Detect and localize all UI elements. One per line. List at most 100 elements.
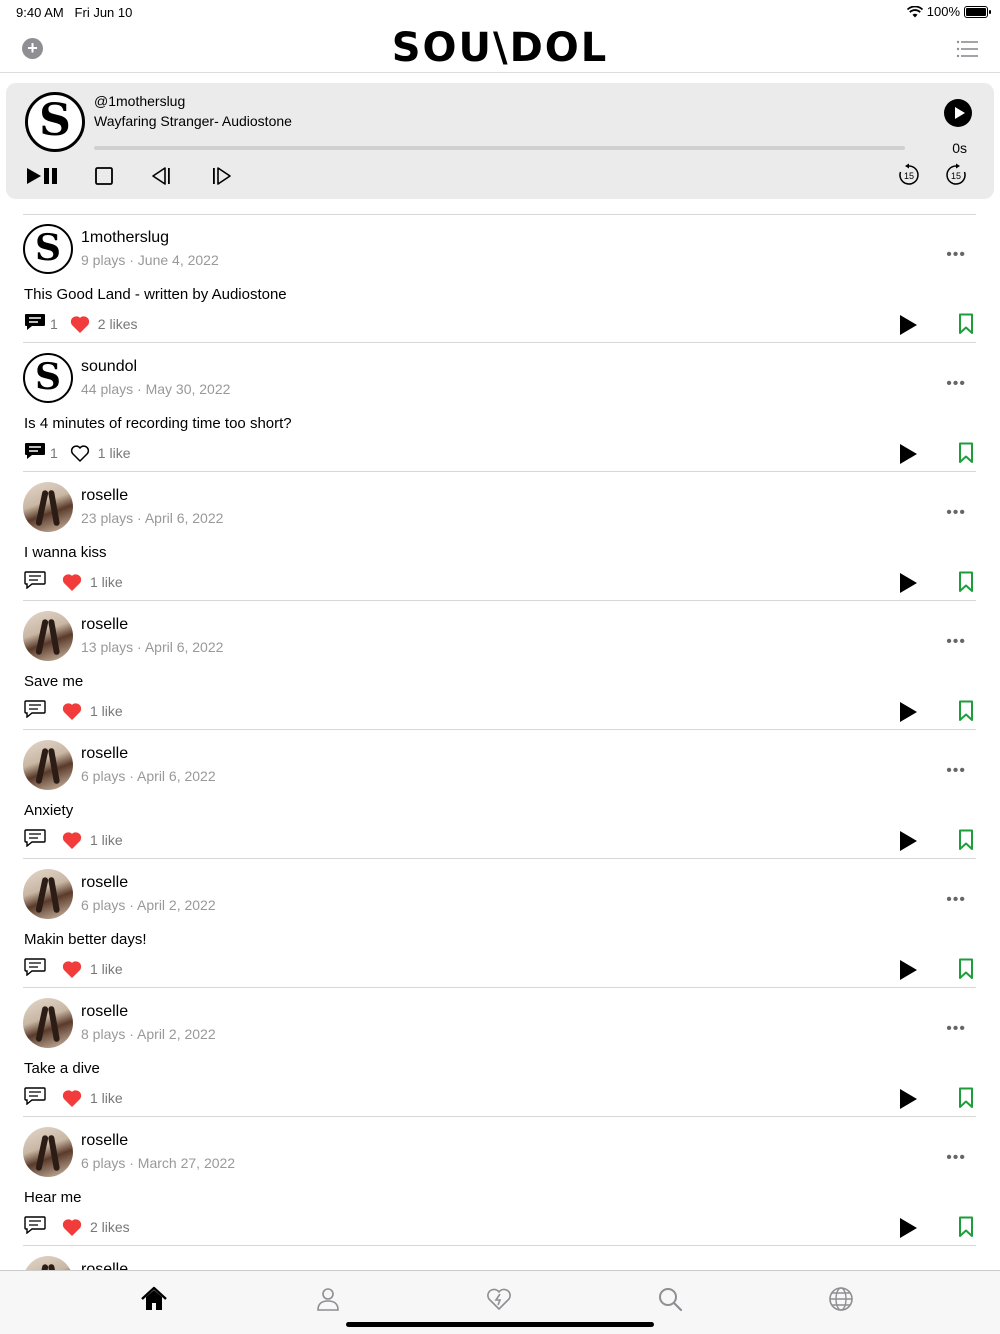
- post-username[interactable]: roselle: [81, 874, 128, 892]
- avatar[interactable]: S: [23, 353, 73, 403]
- more-options-icon[interactable]: •••: [946, 762, 966, 780]
- list-menu-icon[interactable]: [956, 40, 978, 58]
- like-count: 1 like: [90, 1090, 123, 1106]
- comment-icon[interactable]: [24, 957, 46, 981]
- post-meta: 13 plays · April 6, 2022: [81, 639, 224, 655]
- player-play-button[interactable]: [944, 99, 972, 127]
- post-caption: Hear me: [24, 1189, 82, 1206]
- skip-back-15-icon[interactable]: 15: [897, 163, 921, 187]
- comment-icon[interactable]: [24, 442, 46, 465]
- like-heart-icon[interactable]: [62, 1218, 82, 1237]
- post-username[interactable]: roselle: [81, 1132, 128, 1150]
- like-heart-icon[interactable]: [70, 315, 90, 334]
- bookmark-icon[interactable]: [958, 313, 974, 335]
- previous-track-icon[interactable]: [150, 166, 172, 186]
- feed-item[interactable]: roselle 13 plays · April 6, 2022 ••• Save m…: [0, 601, 1000, 730]
- more-options-icon[interactable]: •••: [946, 1149, 966, 1167]
- play-icon[interactable]: [900, 831, 917, 851]
- post-caption: This Good Land - written by Audiostone: [24, 286, 287, 303]
- post-username[interactable]: roselle: [81, 1261, 128, 1270]
- next-track-icon[interactable]: [211, 166, 233, 186]
- like-heart-icon[interactable]: [62, 573, 82, 592]
- bookmark-icon[interactable]: [958, 1216, 974, 1238]
- avatar[interactable]: [23, 611, 73, 661]
- like-heart-icon[interactable]: [62, 960, 82, 979]
- player-avatar: S: [25, 92, 85, 152]
- post-meta: 8 plays · April 2, 2022: [81, 1026, 216, 1042]
- avatar[interactable]: [23, 869, 73, 919]
- post-username[interactable]: roselle: [81, 745, 128, 763]
- more-options-icon[interactable]: •••: [946, 246, 966, 264]
- feed-item[interactable]: roselle•••: [0, 1246, 1000, 1270]
- post-meta: 44 plays · May 30, 2022: [81, 381, 231, 397]
- feed-item[interactable]: Ssoundol 44 plays · May 30, 2022 ••• Is 4 m…: [0, 343, 1000, 472]
- bookmark-icon[interactable]: [958, 829, 974, 851]
- post-username[interactable]: roselle: [81, 487, 128, 505]
- play-icon[interactable]: [900, 573, 917, 593]
- skip-back-label: 15: [904, 171, 914, 181]
- like-heart-icon[interactable]: [70, 444, 90, 463]
- like-heart-icon[interactable]: [62, 1089, 82, 1108]
- comment-icon[interactable]: [24, 570, 46, 594]
- feed-item[interactable]: roselle 23 plays · April 6, 2022 ••• I wann…: [0, 472, 1000, 601]
- post-username[interactable]: roselle: [81, 1003, 128, 1021]
- home-icon[interactable]: [140, 1285, 168, 1313]
- play-icon[interactable]: [900, 315, 917, 335]
- progress-bar[interactable]: [94, 146, 905, 150]
- more-options-icon[interactable]: •••: [946, 504, 966, 522]
- feed-item[interactable]: roselle 6 plays · April 6, 2022 ••• Anxiety…: [0, 730, 1000, 859]
- post-username[interactable]: 1motherslug: [81, 229, 169, 247]
- bookmark-icon[interactable]: [958, 571, 974, 593]
- post-username[interactable]: soundol: [81, 358, 137, 376]
- play-icon[interactable]: [900, 960, 917, 980]
- like-heart-icon[interactable]: [62, 702, 82, 721]
- comment-icon[interactable]: [24, 1086, 46, 1110]
- globe-icon[interactable]: [827, 1285, 855, 1313]
- comment-icon[interactable]: [24, 1215, 46, 1239]
- avatar[interactable]: [23, 482, 73, 532]
- like-heart-icon[interactable]: [62, 831, 82, 850]
- avatar[interactable]: [23, 1256, 73, 1270]
- avatar[interactable]: [23, 1127, 73, 1177]
- more-options-icon[interactable]: •••: [946, 375, 966, 393]
- more-options-icon[interactable]: •••: [946, 633, 966, 651]
- avatar[interactable]: [23, 998, 73, 1048]
- feed-item[interactable]: roselle 6 plays · March 27, 2022 ••• Hear m…: [0, 1117, 1000, 1246]
- play-icon[interactable]: [900, 702, 917, 722]
- post-caption: Is 4 minutes of recording time too short…: [24, 415, 292, 432]
- bookmark-icon[interactable]: [958, 1087, 974, 1109]
- bookmark-icon[interactable]: [958, 442, 974, 464]
- comment-icon[interactable]: [24, 828, 46, 852]
- profile-icon[interactable]: [314, 1285, 342, 1313]
- status-time: 9:40 AM Fri Jun 10: [16, 5, 133, 20]
- skip-forward-15-icon[interactable]: 15: [944, 163, 968, 187]
- play-icon[interactable]: [900, 1089, 917, 1109]
- comment-icon[interactable]: [24, 313, 46, 336]
- post-meta: 23 plays · April 6, 2022: [81, 510, 224, 526]
- feed-item[interactable]: roselle 6 plays · April 2, 2022 ••• Makin b…: [0, 859, 1000, 988]
- like-count: 2 likes: [97, 316, 138, 332]
- play-pause-icon[interactable]: [27, 166, 59, 186]
- feed-item[interactable]: S 1motherslug 9 plays · June 4, 2022 ••• Thi…: [0, 214, 1000, 343]
- play-icon[interactable]: [900, 1218, 917, 1238]
- player-track-title: Wayfaring Stranger- Audiostone: [94, 113, 292, 129]
- avatar[interactable]: [23, 740, 73, 790]
- add-button[interactable]: +: [22, 38, 43, 59]
- play-icon[interactable]: [900, 444, 917, 464]
- more-options-icon[interactable]: •••: [946, 1020, 966, 1038]
- feed-item[interactable]: roselle 8 plays · April 2, 2022 ••• Take a …: [0, 988, 1000, 1117]
- more-options-icon[interactable]: •••: [946, 891, 966, 909]
- nav-bar: + SOU\DOL: [0, 24, 1000, 73]
- search-icon[interactable]: [656, 1285, 684, 1313]
- comment-icon[interactable]: [24, 699, 46, 723]
- avatar[interactable]: S: [23, 224, 73, 274]
- stop-icon[interactable]: [94, 166, 114, 186]
- bookmark-icon[interactable]: [958, 958, 974, 980]
- post-actions: 1 1 like: [24, 442, 130, 465]
- post-username[interactable]: roselle: [81, 616, 128, 634]
- heart-icon[interactable]: [485, 1285, 513, 1313]
- bookmark-icon[interactable]: [958, 700, 974, 722]
- feed-list: S 1motherslug 9 plays · June 4, 2022 ••• Thi…: [0, 214, 1000, 1270]
- post-meta: 6 plays · April 6, 2022: [81, 768, 216, 784]
- skip-forward-label: 15: [951, 171, 961, 181]
